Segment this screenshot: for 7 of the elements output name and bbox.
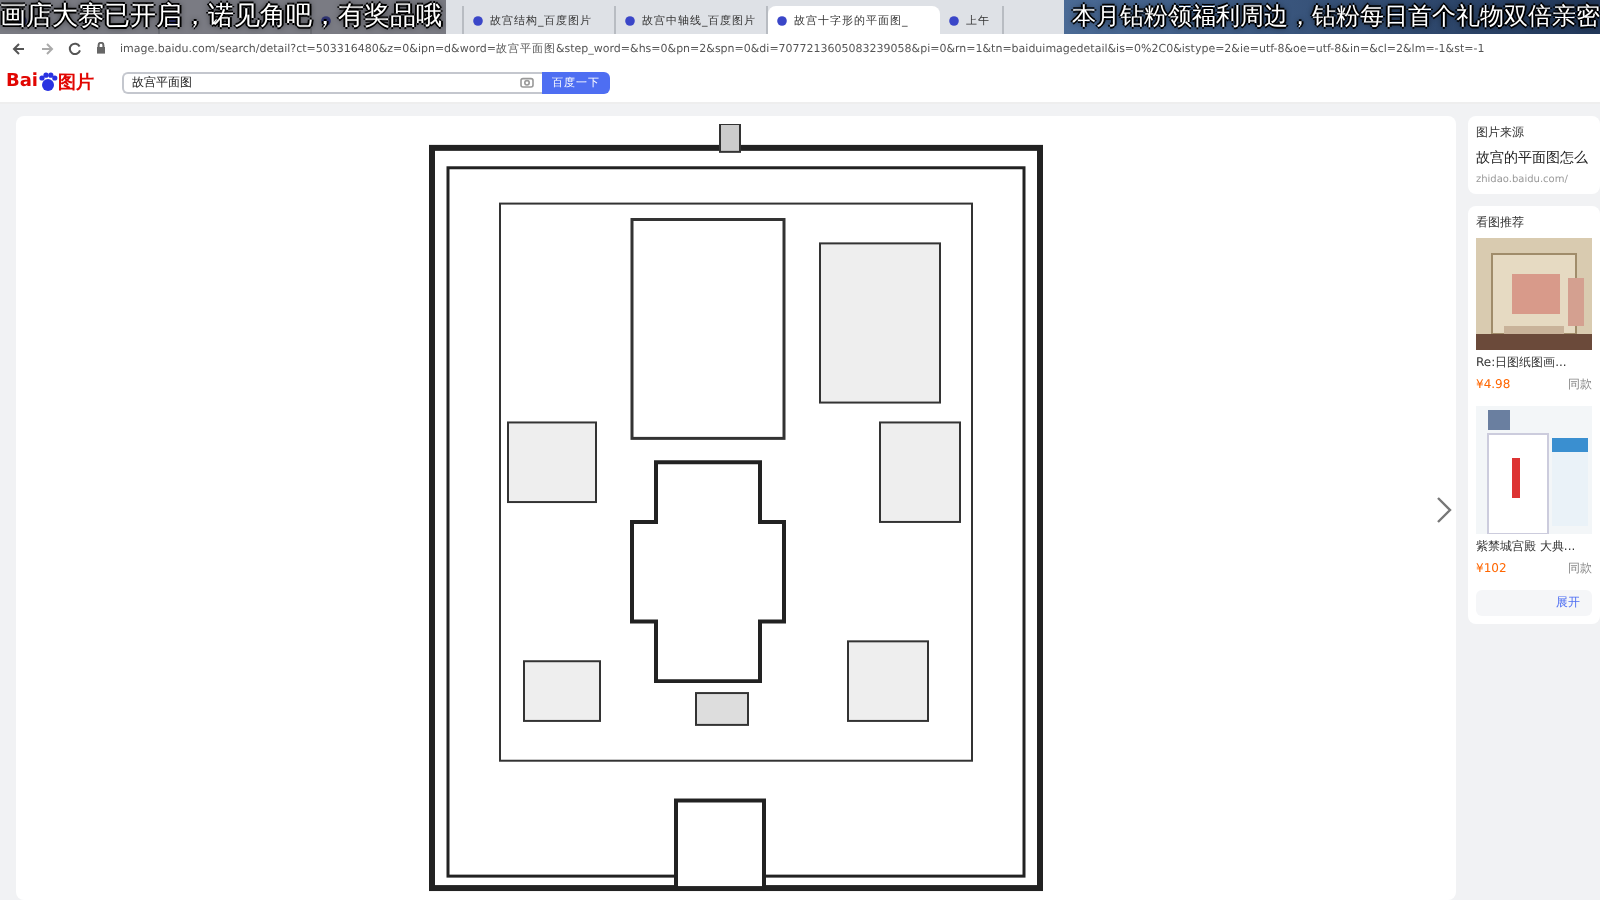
reload-icon[interactable] (68, 41, 82, 55)
lock-icon[interactable] (96, 42, 106, 54)
live-comment-toast: 本月钻粉领福利周边，钻粉每日首个礼物双倍亲密 (1064, 0, 1600, 34)
back-icon[interactable] (12, 41, 26, 55)
camera-icon[interactable] (520, 76, 535, 88)
logo-text[interactable]: Bai (6, 72, 39, 92)
logo-suffix[interactable]: 图片 (58, 69, 95, 95)
